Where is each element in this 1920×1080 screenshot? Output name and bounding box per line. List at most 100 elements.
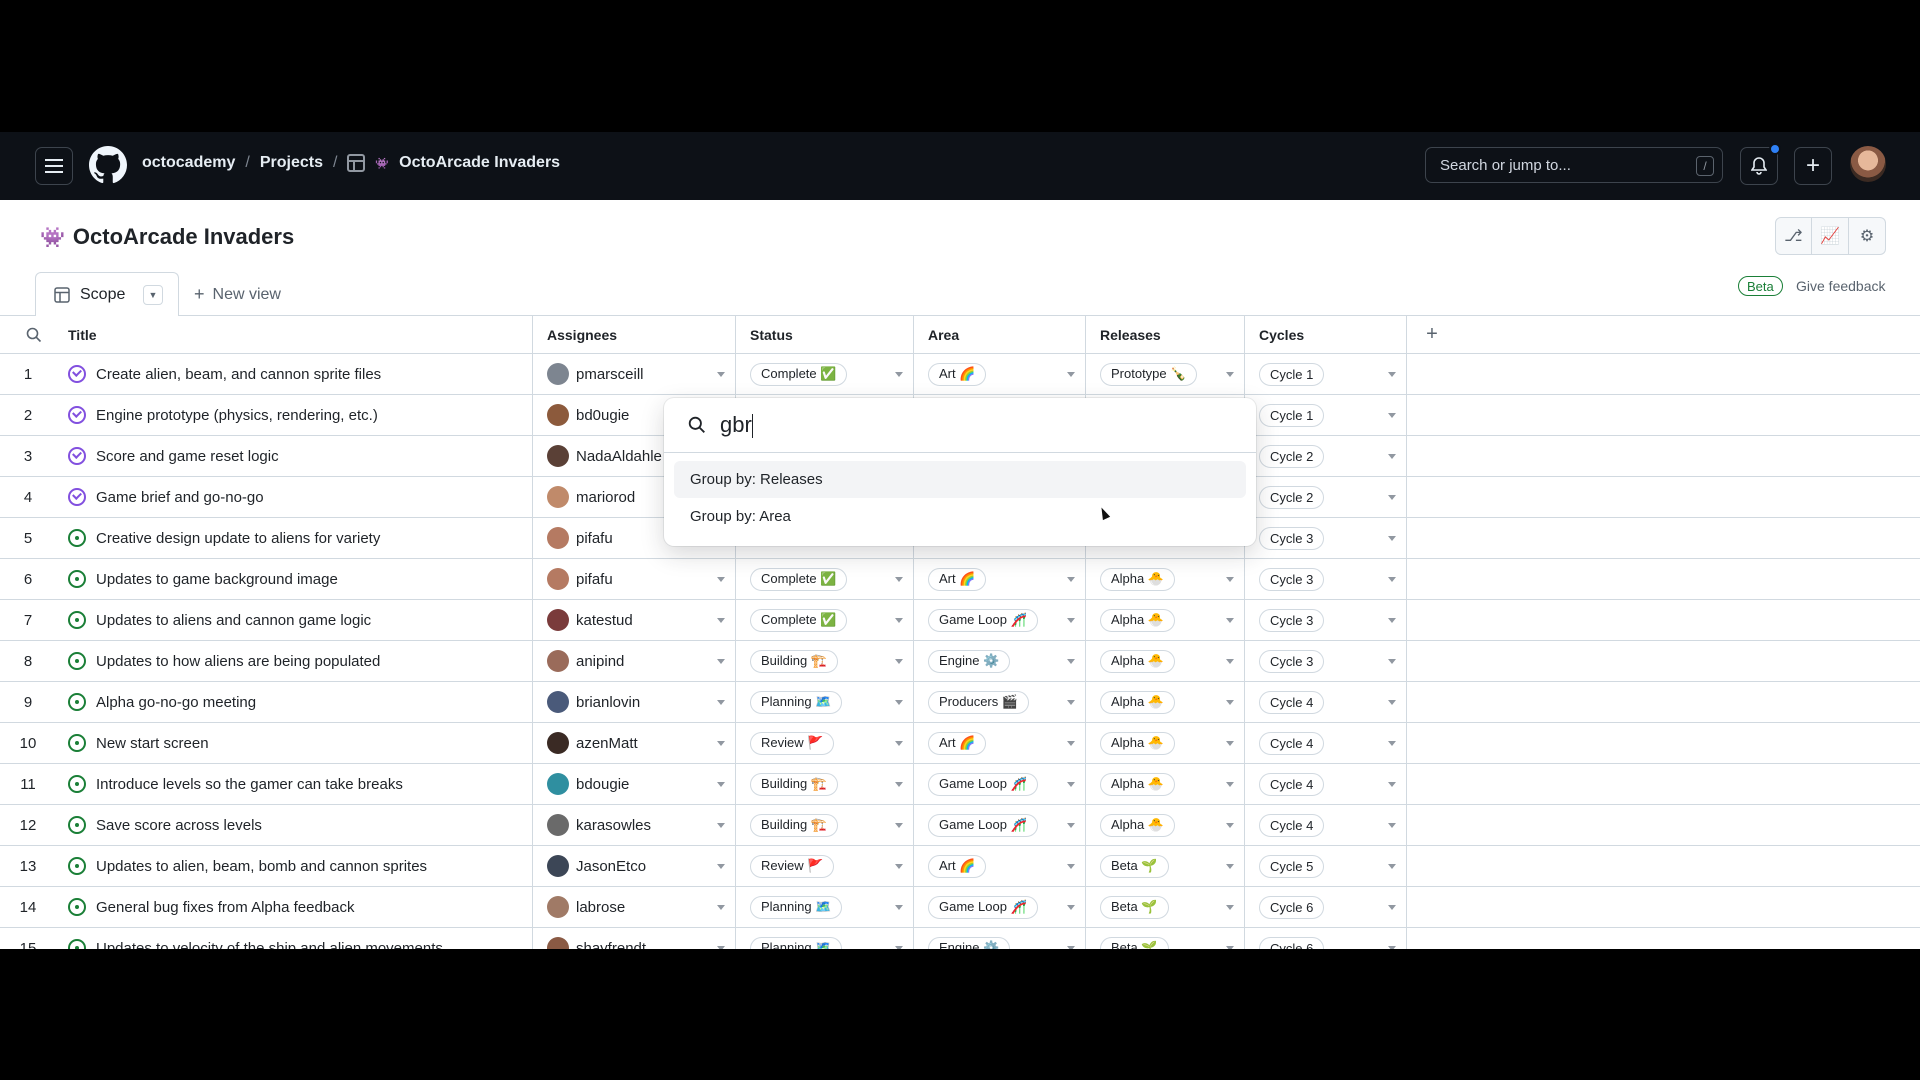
- area-badge[interactable]: Art 🌈: [928, 731, 987, 755]
- status-cell[interactable]: Planning 🗺️: [736, 887, 914, 927]
- area-cell[interactable]: Art 🌈: [914, 354, 1086, 394]
- status-cell[interactable]: Building 🏗️: [736, 805, 914, 845]
- chevron-down-icon[interactable]: [717, 372, 725, 377]
- chevron-down-icon[interactable]: [717, 741, 725, 746]
- chevron-down-icon[interactable]: [1067, 372, 1075, 377]
- cycle-badge[interactable]: Cycle 6: [1259, 895, 1325, 919]
- title-cell[interactable]: General bug fixes from Alpha feedback: [56, 887, 533, 927]
- option-group-by-releases[interactable]: Group by: Releases: [674, 461, 1246, 498]
- chevron-down-icon[interactable]: [1226, 659, 1234, 664]
- release-cell[interactable]: Beta 🌱: [1086, 846, 1245, 886]
- assignee-cell[interactable]: brianlovin: [533, 682, 736, 722]
- assignee-cell[interactable]: pifafu: [533, 559, 736, 599]
- chevron-down-icon[interactable]: [1067, 946, 1075, 949]
- release-cell[interactable]: Alpha 🐣: [1086, 559, 1245, 599]
- release-badge[interactable]: Beta 🌱: [1100, 895, 1169, 919]
- status-cell[interactable]: Complete ✅: [736, 600, 914, 640]
- area-badge[interactable]: Game Loop 🎢: [928, 813, 1038, 837]
- chevron-down-icon[interactable]: [895, 741, 903, 746]
- area-cell[interactable]: Game Loop 🎢: [914, 887, 1086, 927]
- chevron-down-icon[interactable]: [895, 577, 903, 582]
- table-row[interactable]: 6 Updates to game background image pifafu C…: [0, 559, 1920, 600]
- area-cell[interactable]: Engine ⚙️: [914, 928, 1086, 949]
- chevron-down-icon[interactable]: [1388, 454, 1396, 459]
- release-cell[interactable]: Alpha 🐣: [1086, 764, 1245, 804]
- status-badge[interactable]: Complete ✅: [750, 567, 848, 591]
- chevron-down-icon[interactable]: [1388, 700, 1396, 705]
- release-cell[interactable]: Alpha 🐣: [1086, 641, 1245, 681]
- chevron-down-icon[interactable]: [1388, 782, 1396, 787]
- table-row[interactable]: 15 Updates to velocity of the ship and al…: [0, 928, 1920, 949]
- chevron-down-icon[interactable]: [717, 946, 725, 949]
- area-cell[interactable]: Engine ⚙️: [914, 641, 1086, 681]
- title-cell[interactable]: Creative design update to aliens for var…: [56, 518, 533, 558]
- chevron-down-icon[interactable]: [1067, 700, 1075, 705]
- user-avatar[interactable]: [1850, 146, 1886, 182]
- command-palette-input[interactable]: gbr: [664, 398, 1256, 453]
- cycle-cell[interactable]: Cycle 3: [1245, 641, 1407, 681]
- column-header-title[interactable]: Title: [56, 316, 533, 353]
- chevron-down-icon[interactable]: [1388, 495, 1396, 500]
- release-cell[interactable]: Alpha 🐣: [1086, 723, 1245, 763]
- status-badge[interactable]: Complete ✅: [750, 608, 848, 632]
- cycle-badge[interactable]: Cycle 1: [1259, 362, 1325, 386]
- chevron-down-icon[interactable]: [1067, 782, 1075, 787]
- cycle-cell[interactable]: Cycle 4: [1245, 682, 1407, 722]
- give-feedback-link[interactable]: Give feedback: [1796, 278, 1886, 294]
- release-cell[interactable]: Beta 🌱: [1086, 887, 1245, 927]
- chevron-down-icon[interactable]: [895, 864, 903, 869]
- area-badge[interactable]: Game Loop 🎢: [928, 608, 1038, 632]
- chevron-down-icon[interactable]: [1388, 905, 1396, 910]
- title-cell[interactable]: Introduce levels so the gamer can take b…: [56, 764, 533, 804]
- release-cell[interactable]: Alpha 🐣: [1086, 682, 1245, 722]
- cycle-cell[interactable]: Cycle 6: [1245, 887, 1407, 927]
- issue-title[interactable]: Updates to alien, beam, bomb and cannon …: [96, 858, 427, 875]
- new-view-button[interactable]: + New view: [194, 284, 281, 305]
- github-logo-icon[interactable]: [89, 146, 127, 184]
- global-search-input[interactable]: Search or jump to... /: [1425, 147, 1723, 183]
- area-cell[interactable]: Game Loop 🎢: [914, 805, 1086, 845]
- issue-title[interactable]: Engine prototype (physics, rendering, et…: [96, 407, 378, 424]
- status-badge[interactable]: Planning 🗺️: [750, 690, 843, 714]
- area-badge[interactable]: Game Loop 🎢: [928, 895, 1038, 919]
- title-cell[interactable]: Updates to aliens and cannon game logic: [56, 600, 533, 640]
- issue-title[interactable]: Creative design update to aliens for var…: [96, 530, 380, 547]
- cycle-badge[interactable]: Cycle 3: [1259, 567, 1325, 591]
- issue-title[interactable]: Updates to how aliens are being populate…: [96, 653, 380, 670]
- table-row[interactable]: 13 Updates to alien, beam, bomb and canno…: [0, 846, 1920, 887]
- status-badge[interactable]: Planning 🗺️: [750, 895, 843, 919]
- breadcrumb-project[interactable]: OctoArcade Invaders: [399, 154, 560, 172]
- status-cell[interactable]: Review 🚩: [736, 846, 914, 886]
- chevron-down-icon[interactable]: [1226, 618, 1234, 623]
- assignee-cell[interactable]: anipind: [533, 641, 736, 681]
- add-field-button[interactable]: +: [1407, 316, 1457, 353]
- cycle-cell[interactable]: Cycle 3: [1245, 518, 1407, 558]
- title-cell[interactable]: Engine prototype (physics, rendering, et…: [56, 395, 533, 435]
- cycle-cell[interactable]: Cycle 2: [1245, 436, 1407, 476]
- chevron-down-icon[interactable]: [895, 782, 903, 787]
- status-badge[interactable]: Review 🚩: [750, 854, 835, 878]
- area-badge[interactable]: Art 🌈: [928, 362, 987, 386]
- chevron-down-icon[interactable]: [1067, 905, 1075, 910]
- cycle-badge[interactable]: Cycle 2: [1259, 444, 1325, 468]
- release-cell[interactable]: Alpha 🐣: [1086, 805, 1245, 845]
- table-row[interactable]: 11 Introduce levels so the gamer can take…: [0, 764, 1920, 805]
- chevron-down-icon[interactable]: [1388, 659, 1396, 664]
- chevron-down-icon[interactable]: [1388, 372, 1396, 377]
- table-row[interactable]: 7 Updates to aliens and cannon game logic…: [0, 600, 1920, 641]
- release-badge[interactable]: Alpha 🐣: [1100, 608, 1176, 632]
- issue-title[interactable]: Save score across levels: [96, 817, 262, 834]
- table-row[interactable]: 9 Alpha go-no-go meeting brianlovin Plannin…: [0, 682, 1920, 723]
- column-header-status[interactable]: Status: [736, 316, 914, 353]
- chevron-down-icon[interactable]: [1226, 946, 1234, 949]
- filter-search-icon[interactable]: [24, 316, 44, 353]
- assignee-cell[interactable]: karasowles: [533, 805, 736, 845]
- cycle-badge[interactable]: Cycle 2: [1259, 485, 1325, 509]
- area-cell[interactable]: Art 🌈: [914, 559, 1086, 599]
- chevron-down-icon[interactable]: [1067, 577, 1075, 582]
- area-cell[interactable]: Art 🌈: [914, 846, 1086, 886]
- status-cell[interactable]: Planning 🗺️: [736, 928, 914, 949]
- cycle-badge[interactable]: Cycle 6: [1259, 936, 1325, 949]
- table-row[interactable]: 12 Save score across levels karasowles Buil…: [0, 805, 1920, 846]
- title-cell[interactable]: Updates to game background image: [56, 559, 533, 599]
